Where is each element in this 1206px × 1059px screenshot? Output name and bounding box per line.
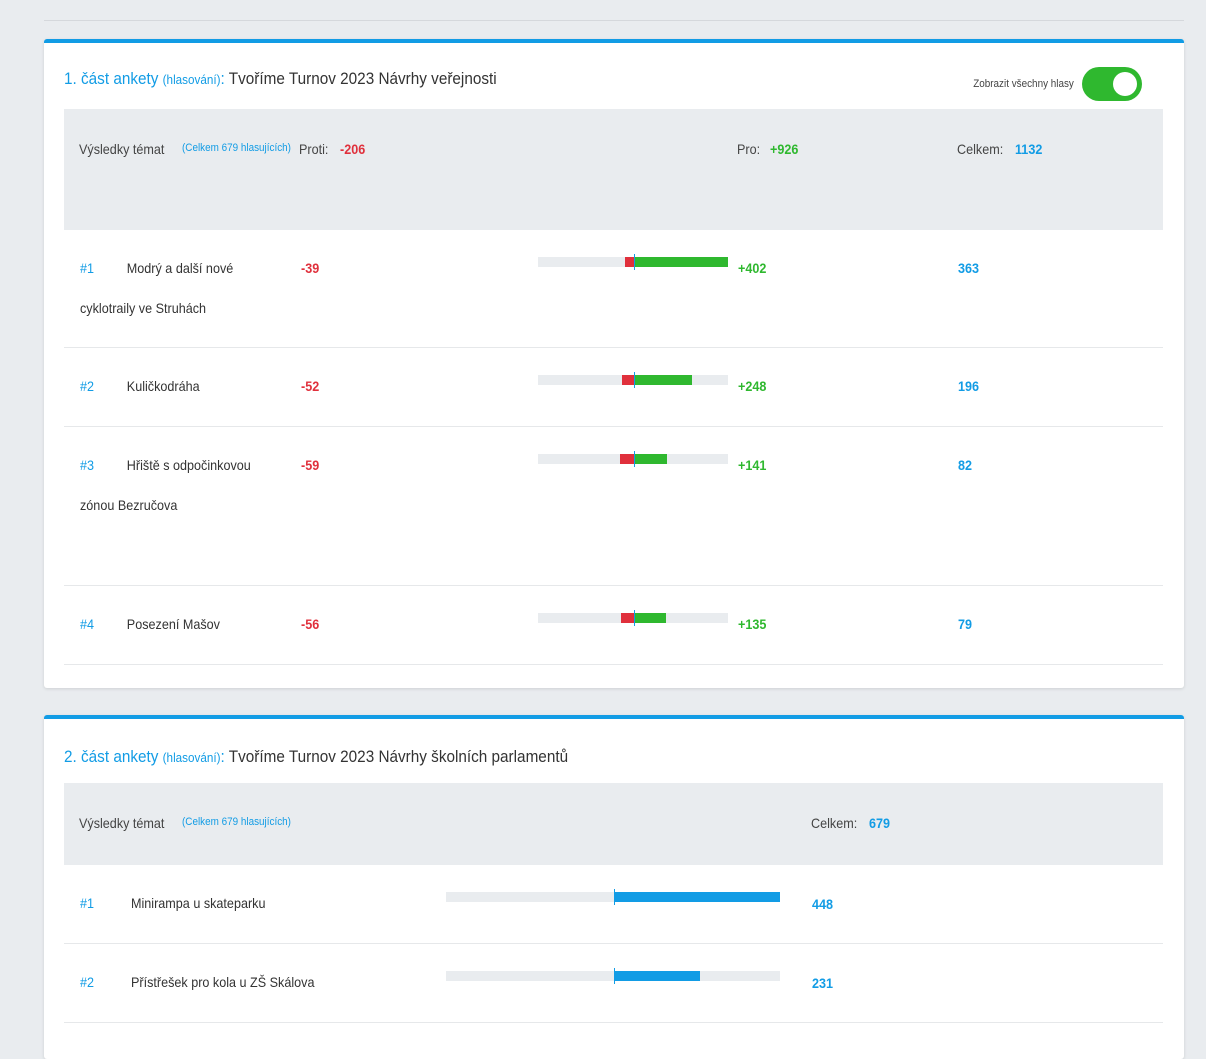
bar-center-tick: [634, 372, 635, 388]
table-row[interactable]: #2 Kuličkodráha -52 +248 196: [64, 348, 1163, 427]
vote-bar: [446, 889, 780, 905]
row-total: 79: [958, 616, 973, 632]
grand-total: 1132: [1015, 141, 1043, 157]
table-row[interactable]: #4 Posezení Mašov -56 +135 79: [64, 586, 1163, 665]
toggle-label: Zobrazit všechny hlasy: [973, 78, 1074, 90]
total-label: Celkem:: [957, 141, 1004, 157]
title-text: Tvoříme Turnov 2023 Návrhy veřejnosti: [228, 69, 497, 88]
row-total: 82: [958, 457, 973, 473]
bar-center-tick: [634, 451, 635, 467]
row-for: +141: [738, 457, 767, 473]
grand-total: 679: [869, 815, 891, 831]
voters-note: (Celkem 679 hlasujících): [182, 816, 291, 828]
against-total: -206: [340, 141, 366, 157]
against-bar-fill: [625, 257, 634, 267]
poll-section-2: 2. část ankety (hlasování): Tvoříme Turn…: [44, 715, 1184, 1059]
row-against: -56: [301, 616, 320, 632]
row-name: Přístřešek pro kola u ZŠ Skálova: [131, 974, 315, 990]
top-divider: [44, 20, 1184, 21]
row-name: Modrý a další nové cyklotraily ve Struhá…: [80, 260, 234, 316]
toggle-knob: [1113, 72, 1137, 96]
show-all-votes-toggle[interactable]: [1082, 67, 1142, 101]
title-text: Tvoříme Turnov 2023 Návrhy školních parl…: [228, 747, 569, 766]
results-label: Výsledky témat: [79, 815, 165, 831]
for-bar-fill: [614, 971, 700, 981]
vote-bar: [538, 254, 728, 270]
title-voting-link[interactable]: (hlasování): [163, 72, 221, 87]
bar-center-tick: [634, 610, 635, 626]
table-row[interactable]: #1 Minirampa u skateparku 448: [64, 865, 1163, 944]
against-bar-fill: [620, 454, 634, 464]
row-against: -59: [301, 457, 320, 473]
row-rank: #1: [80, 895, 95, 911]
poll-section-1: 1. část ankety (hlasování): Tvoříme Turn…: [44, 39, 1184, 688]
row-total: 196: [958, 378, 980, 394]
title-prefix: 2. část ankety: [64, 747, 159, 766]
row-name: Hřiště s odpočinkovou zónou Bezručova: [80, 457, 251, 513]
total-label: Celkem:: [811, 815, 858, 831]
title-colon: :: [220, 747, 225, 766]
row-name: Kuličkodráha: [126, 378, 200, 394]
row-for: +402: [738, 260, 767, 276]
row-for: +135: [738, 616, 767, 632]
title-colon: :: [220, 69, 225, 88]
vote-bar: [538, 451, 728, 467]
for-bar-fill: [634, 375, 692, 385]
show-all-votes-toggle-group: Zobrazit všechny hlasy: [962, 67, 1142, 101]
row-name: Posezení Mašov: [126, 616, 220, 632]
table-row[interactable]: #1 Modrý a další nové cyklotraily ve Stru…: [64, 230, 1163, 348]
bar-center-tick: [614, 889, 615, 905]
for-bar-fill: [614, 892, 780, 902]
voters-note: (Celkem 679 hlasujících): [182, 142, 291, 154]
for-bar-fill: [634, 613, 666, 623]
for-bar-fill: [634, 454, 667, 464]
vote-bar: [538, 610, 728, 626]
row-total: 231: [812, 975, 834, 991]
results-header: Výsledky témat (Celkem 679 hlasujících) …: [64, 783, 1163, 865]
section-title: 2. část ankety (hlasování): Tvoříme Turn…: [64, 747, 568, 767]
title-voting-link[interactable]: (hlasování): [163, 750, 221, 765]
for-bar-fill: [634, 257, 728, 267]
row-name: Minirampa u skateparku: [131, 895, 266, 911]
title-prefix: 1. část ankety: [64, 69, 159, 88]
table-row[interactable]: #3 Hřiště s odpočinkovou zónou Bezručova -…: [64, 427, 1163, 586]
row-total: 363: [958, 260, 980, 276]
results-label: Výsledky témat: [79, 141, 165, 157]
against-bar-fill: [622, 375, 634, 385]
row-against: -52: [301, 378, 320, 394]
against-bar-fill: [621, 613, 634, 623]
results-header: Výsledky témat (Celkem 679 hlasujících) …: [64, 109, 1163, 230]
row-for: +248: [738, 378, 767, 394]
vote-bar: [538, 372, 728, 388]
for-total: +926: [770, 141, 799, 157]
against-label: Proti:: [299, 141, 329, 157]
vote-bar: [446, 968, 780, 984]
row-rank: #2: [80, 974, 95, 990]
table-row[interactable]: #2 Přístřešek pro kola u ZŠ Skálova 231: [64, 944, 1163, 1023]
row-against: -39: [301, 260, 320, 276]
bar-center-tick: [614, 968, 615, 984]
bar-center-tick: [634, 254, 635, 270]
section-title: 1. část ankety (hlasování): Tvoříme Turn…: [64, 69, 497, 89]
for-label: Pro:: [737, 141, 761, 157]
row-total: 448: [812, 896, 834, 912]
